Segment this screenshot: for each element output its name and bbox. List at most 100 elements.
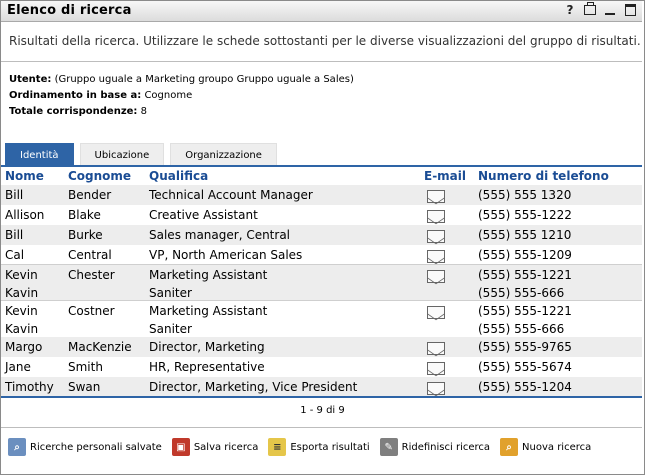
cell-nome: Jane — [5, 360, 31, 374]
magnifier-icon: ⌕ — [8, 438, 26, 456]
column-header-email[interactable]: E-mail — [424, 169, 466, 183]
tab-underline — [1, 165, 642, 167]
cell-cognome: Smith — [68, 360, 103, 374]
cell-telefono: (555) 555-9765 — [478, 340, 572, 354]
table-row[interactable]: Kevin Costner Marketing Assistant (555) … — [1, 300, 642, 337]
saved-searches-label: Ricerche personali salvate — [30, 441, 162, 453]
export-icon: ≡ — [268, 438, 287, 456]
save-search-button[interactable]: ▣ Salva ricerca — [171, 438, 259, 456]
cell-nome: Bill — [5, 188, 24, 202]
export-results-button[interactable]: ≡ Esporta risultati — [268, 438, 370, 456]
cell-telefono: (555) 555-666 — [478, 322, 565, 336]
saved-searches-button[interactable]: ⌕ Ricerche personali salvate — [8, 438, 162, 456]
new-search-label: Nuova ricerca — [522, 441, 592, 453]
cell-telefono: (555) 555-666 — [478, 286, 565, 300]
tab-ubicazione[interactable]: Ubicazione — [79, 143, 165, 166]
meta-order: Ordinamento in base a: Cognome — [9, 90, 192, 101]
table-row[interactable]: Bill Bender Technical Account Manager (5… — [1, 185, 642, 205]
cell-qualifica: Saniter — [149, 286, 192, 300]
cell-qualifica: Technical Account Manager — [149, 188, 313, 202]
email-icon[interactable] — [427, 230, 445, 243]
cell-cognome: Bender — [68, 188, 112, 202]
minimize-icon[interactable] — [604, 3, 616, 17]
column-header-cognome[interactable]: Cognome — [68, 169, 131, 183]
cell-nome: Kavin — [5, 322, 39, 336]
meta-total-label: Totale corrispondenze: — [9, 106, 138, 117]
table-bottom-line — [1, 396, 642, 398]
new-search-button[interactable]: ⌕ Nuova ricerca — [500, 438, 591, 456]
cell-qualifica: Sales manager, Central — [149, 228, 291, 242]
cell-qualifica: Saniter — [149, 322, 192, 336]
table-row[interactable]: Bill Burke Sales manager, Central (555) … — [1, 225, 642, 245]
column-header-nome[interactable]: Nome — [5, 169, 44, 183]
new-search-icon: ⌕ — [500, 438, 519, 456]
divider — [1, 427, 642, 428]
cell-telefono: (555) 555-1221 — [478, 268, 572, 282]
table-row[interactable]: Cal Central VP, North American Sales (55… — [1, 245, 642, 265]
cell-nome: Kavin — [5, 286, 39, 300]
meta-user: Utente: (Gruppo uguale a Marketing group… — [9, 74, 354, 85]
refine-search-button[interactable]: ✎ Ridefinisci ricerca — [379, 438, 491, 456]
email-icon[interactable] — [427, 342, 445, 355]
tools-icon: ✎ — [379, 438, 398, 456]
divider — [1, 61, 642, 62]
email-icon[interactable] — [427, 270, 445, 283]
cell-qualifica: Director, Marketing, Vice President — [149, 380, 358, 394]
cell-nome: Kevin — [5, 304, 38, 318]
cell-qualifica: VP, North American Sales — [149, 248, 303, 262]
cell-cognome: Central — [68, 248, 112, 262]
email-icon[interactable] — [427, 210, 445, 223]
print-icon[interactable] — [584, 2, 596, 17]
save-search-label: Salva ricerca — [193, 441, 259, 453]
cell-qualifica: Marketing Assistant — [149, 304, 268, 318]
intro-text: Risultati della ricerca. Utilizzare le s… — [9, 34, 641, 48]
email-icon[interactable] — [427, 250, 445, 263]
cell-cognome: Chester — [68, 268, 115, 282]
meta-order-value: Cognome — [144, 90, 193, 101]
tab-organizzazione[interactable]: Organizzazione — [170, 143, 277, 166]
table-row[interactable]: Timothy Swan Director, Marketing, Vice P… — [1, 377, 642, 397]
column-header-telefono[interactable]: Numero di telefono — [478, 169, 609, 183]
table-row[interactable]: Margo MacKenzie Director, Marketing (555… — [1, 337, 642, 357]
cell-nome: Timothy — [5, 380, 54, 394]
title-bar-controls: ? — [564, 2, 636, 17]
maximize-icon[interactable] — [624, 3, 636, 17]
cell-nome: Cal — [5, 248, 25, 262]
tab-identita[interactable]: Identità — [5, 143, 74, 166]
help-icon[interactable]: ? — [564, 3, 576, 17]
cell-nome: Kevin — [5, 268, 38, 282]
refine-search-label: Ridefinisci ricerca — [401, 441, 491, 453]
email-icon[interactable] — [427, 382, 445, 395]
floppy-icon: ▣ — [171, 438, 190, 456]
cell-cognome: Swan — [68, 380, 101, 394]
cell-nome: Allison — [5, 208, 45, 222]
cell-qualifica: Creative Assistant — [149, 208, 258, 222]
email-icon[interactable] — [427, 190, 445, 203]
table-row[interactable]: Allison Blake Creative Assistant (555) 5… — [1, 205, 642, 225]
column-header-qualifica[interactable]: Qualifica — [149, 169, 208, 183]
meta-user-label: Utente: — [9, 74, 52, 85]
meta-total: Totale corrispondenze: 8 — [9, 106, 147, 117]
pagination-info: 1 - 9 di 9 — [300, 405, 345, 416]
cell-telefono: (555) 555 1210 — [478, 228, 572, 242]
table-row[interactable]: Jane Smith HR, Representative (555) 555-… — [1, 357, 642, 377]
cell-telefono: (555) 555-1222 — [478, 208, 572, 222]
email-icon[interactable] — [427, 306, 445, 319]
cell-cognome: Blake — [68, 208, 101, 222]
cell-cognome: MacKenzie — [68, 340, 132, 354]
cell-cognome: Costner — [68, 304, 115, 318]
title-bar: Elenco di ricerca ? — [1, 1, 642, 22]
table-row[interactable]: Kevin Chester Marketing Assistant (555) … — [1, 264, 642, 301]
meta-user-value: (Gruppo uguale a Marketing groupo Gruppo… — [54, 74, 354, 85]
cell-nome: Bill — [5, 228, 24, 242]
cell-telefono: (555) 555-1209 — [478, 248, 572, 262]
cell-qualifica: Marketing Assistant — [149, 268, 268, 282]
meta-order-label: Ordinamento in base a: — [9, 90, 142, 101]
meta-total-value: 8 — [140, 106, 147, 117]
email-icon[interactable] — [427, 362, 445, 375]
window-title: Elenco di ricerca — [7, 3, 132, 18]
cell-telefono: (555) 555-1204 — [478, 380, 572, 394]
cell-telefono: (555) 555 1320 — [478, 188, 572, 202]
export-results-label: Esporta risultati — [290, 441, 370, 453]
cell-cognome: Burke — [68, 228, 103, 242]
